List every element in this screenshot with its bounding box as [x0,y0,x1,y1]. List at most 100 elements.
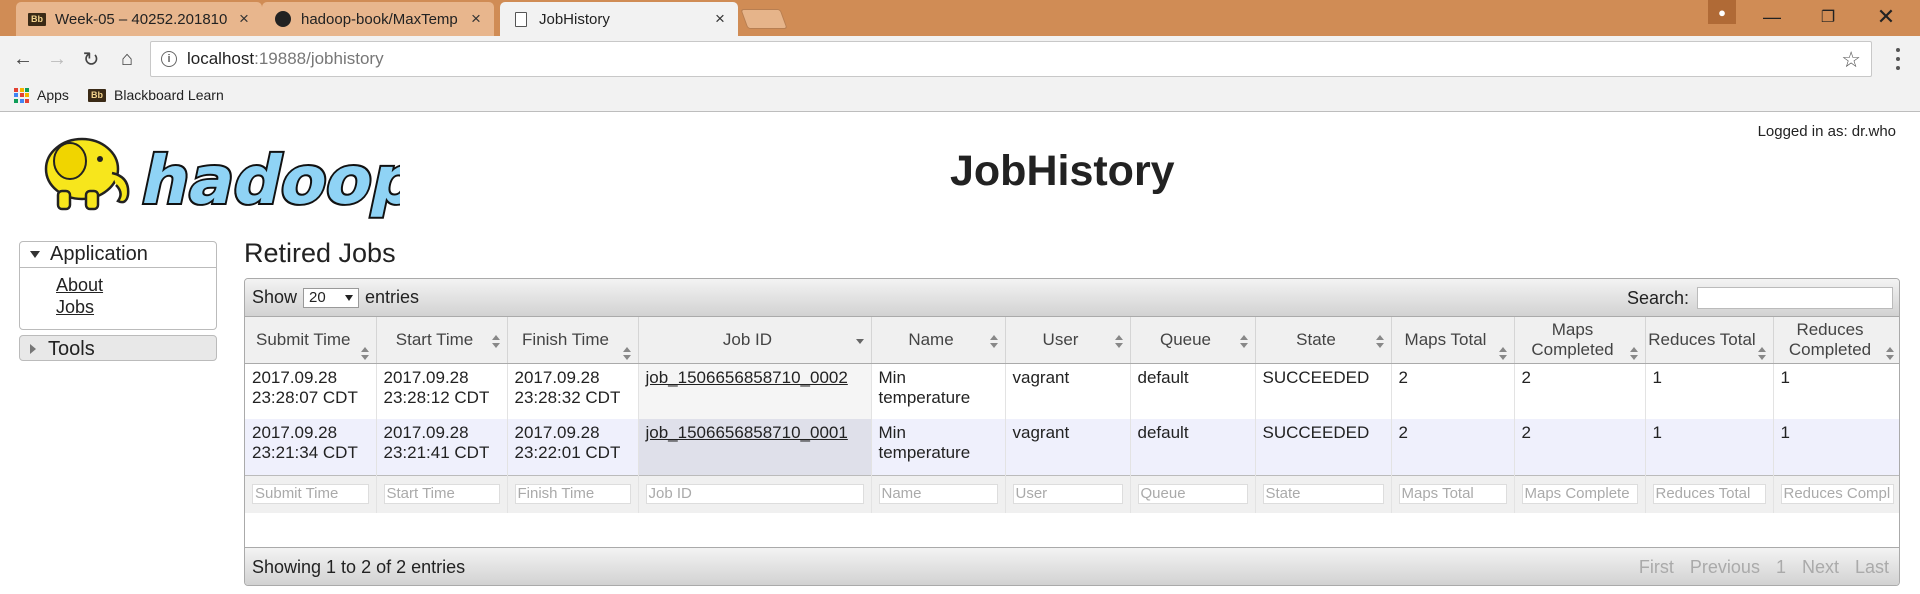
job-id-link[interactable]: job_1506656858710_0002 [646,368,848,387]
filter-queue[interactable]: Queue [1137,483,1248,504]
entries-select[interactable]: 20 [303,287,360,308]
col-start-time[interactable]: Start Time [376,317,508,364]
bookmark-star-icon[interactable]: ☆ [1841,47,1861,73]
logged-in-user: Logged in as: dr.who [1757,123,1896,140]
cell-name: Min temperature [871,419,1006,475]
close-tab-icon[interactable]: × [712,9,728,29]
caret-down-icon [30,251,40,258]
cell-maps-completed: 2 [1514,363,1646,419]
filter-state[interactable]: State [1262,483,1384,504]
filter-name[interactable]: Name [878,483,998,504]
search-input[interactable] [1697,287,1893,309]
filter-job-id[interactable]: Job ID [645,483,864,504]
col-user[interactable]: User [1005,317,1131,364]
col-submit-time[interactable]: Submit Time [245,317,377,364]
reload-icon[interactable]: ↻ [74,42,108,76]
cell-start-time: 2017.09.28 23:21:41 CDT [376,419,508,475]
section-title: Retired Jobs [244,238,396,268]
filter-maps-completed[interactable]: Maps Complete [1521,483,1638,504]
table-toolbar: Show 20 entries Search: [245,279,1899,317]
cell-reduces-completed: 1 [1773,419,1899,475]
cell-finish-time: 2017.09.28 23:22:01 CDT [507,419,639,475]
filter-submit-time[interactable]: Submit Time [252,483,369,504]
show-label: Show [252,287,298,307]
cell-submit-time: 2017.09.28 23:28:07 CDT [245,363,377,419]
url-text: localhost:19888/jobhistory [187,49,384,68]
cell-submit-time: 2017.09.28 23:21:34 CDT [245,419,377,475]
forward-icon[interactable]: → [40,42,74,76]
col-finish-time[interactable]: Finish Time [507,317,639,364]
pager-next[interactable]: Next [1802,557,1839,578]
bookmark-apps[interactable]: Apps [14,87,69,103]
hadoop-logo: hadoop [44,137,400,221]
job-id-link[interactable]: job_1506656858710_0001 [646,423,848,442]
sidebar-tools-header[interactable]: Tools [20,336,216,362]
filter-reduces-completed[interactable]: Reduces Compl [1780,483,1894,504]
pager-last[interactable]: Last [1855,557,1889,578]
cell-start-time: 2017.09.28 23:28:12 CDT [376,363,508,419]
home-icon[interactable]: ⌂ [110,42,144,76]
col-state[interactable]: State [1255,317,1392,364]
table-info: Showing 1 to 2 of 2 entries [252,557,466,577]
cell-user: vagrant [1005,419,1131,475]
cell-maps-total: 2 [1391,363,1515,419]
filter-start-time[interactable]: Start Time [383,483,500,504]
restore-icon[interactable]: ❐ [1806,0,1850,34]
sort-icon [989,335,999,349]
sort-icon [1757,347,1767,361]
bookmark-blackboard[interactable]: Bb Blackboard Learn [88,87,224,103]
sidebar-tools[interactable]: Tools [19,335,217,361]
col-name[interactable]: Name [871,317,1006,364]
new-tab-button[interactable] [740,9,788,29]
tab-strip: Bb Week-05 – 40252.201810 × hadoop-book/… [0,0,1920,36]
sidebar-application-header[interactable]: Application [20,242,216,268]
site-info-icon[interactable]: i [161,51,177,67]
minimize-icon[interactable]: — [1750,0,1794,34]
col-reduces-completed[interactable]: Reduces Completed [1773,317,1899,364]
sort-desc-icon [855,335,865,349]
pager-page-1[interactable]: 1 [1776,557,1786,578]
col-maps-total[interactable]: Maps Total [1391,317,1515,364]
window-close-icon[interactable]: ✕ [1864,0,1908,34]
sidebar-link-about[interactable]: About [56,274,216,296]
col-queue[interactable]: Queue [1130,317,1256,364]
col-reduces-total[interactable]: Reduces Total [1645,317,1774,364]
cell-name: Min temperature [871,363,1006,419]
pager-previous[interactable]: Previous [1690,557,1760,578]
pager-first[interactable]: First [1639,557,1674,578]
back-icon[interactable]: ← [6,42,40,76]
tab-title: hadoop-book/MaxTemp [301,10,458,28]
tab-week05[interactable]: Bb Week-05 – 40252.201810 × [16,2,262,36]
tab-jobhistory[interactable]: JobHistory × [500,2,738,36]
sidebar-link-jobs[interactable]: Jobs [56,296,216,318]
address-bar[interactable]: i localhost:19888/jobhistory ☆ [150,41,1872,77]
filter-maps-total[interactable]: Maps Total [1398,483,1507,504]
tab-title: JobHistory [539,10,610,28]
col-job-id[interactable]: Job ID [638,317,872,364]
sort-icon [1629,347,1639,361]
apps-grid-icon [14,87,29,103]
cell-user: vagrant [1005,363,1131,419]
table-footer: Showing 1 to 2 of 2 entries First Previo… [245,547,1899,585]
page-title: JobHistory [950,147,1175,195]
page: hadoop Logged in as: dr.who JobHistory A… [0,113,1920,594]
bookmark-label: Blackboard Learn [114,87,224,103]
browser-menu-icon[interactable] [1888,46,1908,72]
cell-maps-total: 2 [1391,419,1515,475]
filter-user[interactable]: User [1012,483,1123,504]
cell-job-id: job_1506656858710_0002 [638,363,872,419]
filter-finish-time[interactable]: Finish Time [514,483,631,504]
close-tab-icon[interactable]: × [468,9,484,29]
sidebar-application: Application About Jobs [19,241,217,330]
cell-queue: default [1130,363,1256,419]
cell-job-id: job_1506656858710_0001 [638,419,872,475]
cell-state: SUCCEEDED [1255,419,1392,475]
col-maps-completed[interactable]: Maps Completed [1514,317,1646,364]
table-row: 2017.09.28 23:28:07 CDT 2017.09.28 23:28… [245,363,1899,419]
jobs-table: Submit Time Start Time Finish Time Job I… [245,317,1899,513]
search-label: Search: [1626,287,1689,308]
profile-icon[interactable]: ● [1708,0,1736,24]
tab-hadoop-book[interactable]: hadoop-book/MaxTemp × [262,2,494,36]
filter-reduces-total[interactable]: Reduces Total [1652,483,1766,504]
close-tab-icon[interactable]: × [236,9,252,29]
